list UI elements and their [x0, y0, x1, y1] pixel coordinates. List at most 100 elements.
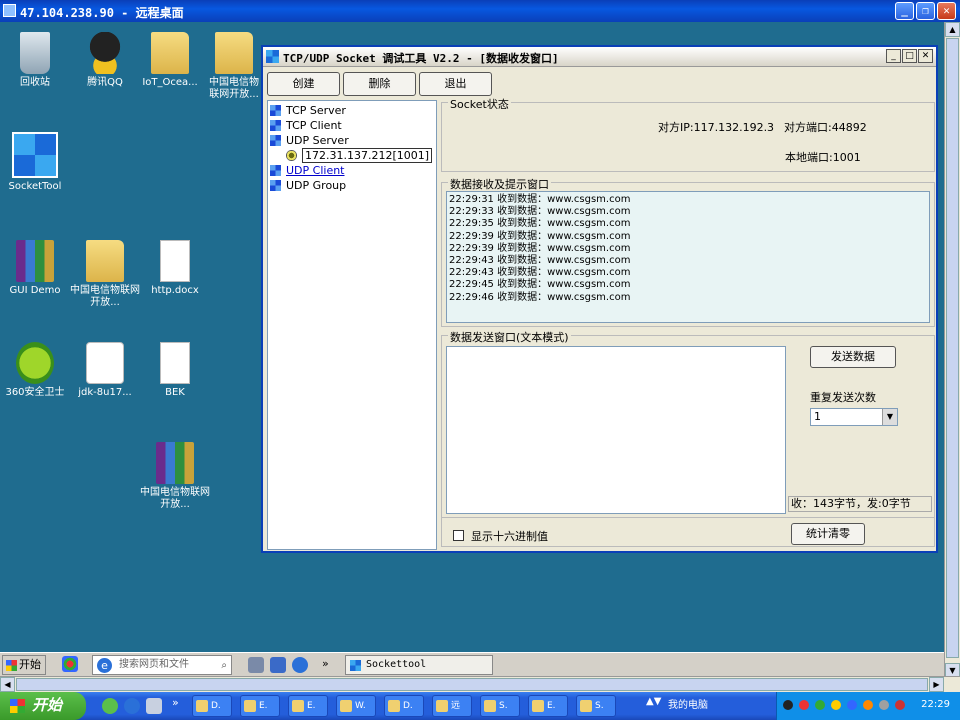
tray-icon[interactable]	[895, 700, 905, 710]
tray-icon[interactable]	[783, 700, 793, 710]
computer-icon[interactable]	[248, 657, 264, 673]
desktop-icon-recycle-bin[interactable]: 回收站	[0, 32, 70, 89]
search-placeholder: 搜索网页和文件	[119, 659, 189, 670]
taskbar-item-sockettool[interactable]: Sockettool	[345, 655, 493, 675]
tree-item-udp-server-connection[interactable]: 172.31.137.212[1001]	[268, 148, 436, 163]
taskbar-item[interactable]: S.	[480, 695, 520, 717]
desktop-icon-qq[interactable]: 腾讯QQ	[70, 32, 140, 89]
repeat-count-value: 1	[814, 410, 821, 423]
ie-icon[interactable]	[124, 698, 140, 714]
desktop-icon-sockettool[interactable]: SocketTool	[0, 132, 70, 193]
socket-tree: TCP Server TCP Client UDP Server 172.31.…	[267, 100, 437, 550]
tree-item-tcp-client[interactable]: TCP Client	[268, 118, 436, 133]
sockettool-window: TCP/UDP Socket 调试工具 V2.2 - [数据收发窗口] _ □ …	[261, 45, 938, 553]
byte-counts: 收：143字节，发:0字节	[788, 496, 932, 512]
folder-icon	[215, 32, 253, 74]
app-close-button[interactable]: ✕	[918, 49, 933, 63]
connection-icon	[286, 150, 297, 161]
tree-item-udp-client[interactable]: UDP Client	[268, 163, 436, 178]
desktop-icon-telecom-folder[interactable]: 中国电信物联网开放...	[205, 32, 263, 101]
log-line: 22:29:33 收到数据：www.csgsm.com	[449, 206, 631, 218]
clear-stats-button[interactable]: 统计清零	[791, 523, 865, 545]
document-icon	[160, 240, 190, 282]
quick-launch-more[interactable]: »	[322, 657, 329, 670]
quick-launch-icon[interactable]	[62, 656, 78, 672]
minimize-button[interactable]: _	[895, 2, 914, 20]
taskbar-item[interactable]: E.	[528, 695, 568, 717]
scroll-right-arrow[interactable]: ▶	[929, 677, 944, 692]
create-button[interactable]: 创建	[267, 72, 340, 96]
desktop-icon-http-docx[interactable]: http.docx	[140, 240, 210, 297]
exit-button[interactable]: 退出	[419, 72, 492, 96]
tree-item-tcp-server[interactable]: TCP Server	[268, 103, 436, 118]
send-data-button[interactable]: 发送数据	[810, 346, 896, 368]
tray-icon[interactable]	[799, 700, 809, 710]
log-line: 22:29:39 收到数据：www.csgsm.com	[449, 242, 631, 254]
tray-icon[interactable]	[863, 700, 873, 710]
tray-icon[interactable]	[815, 700, 825, 710]
restore-button[interactable]: ❐	[916, 2, 935, 20]
horizontal-scrollbar[interactable]: ◀ ▶	[0, 676, 960, 692]
taskbar-item[interactable]: D.	[192, 695, 232, 717]
taskbar-item[interactable]: E.	[240, 695, 280, 717]
socket-status-label: Socket状态	[448, 96, 511, 112]
desktop-icon[interactable]	[270, 657, 286, 673]
my-computer-label[interactable]: 我的电脑	[668, 692, 708, 720]
tray-icon[interactable]	[847, 700, 857, 710]
log-line: 22:29:35 收到数据：www.csgsm.com	[449, 218, 631, 230]
recycle-bin-icon	[20, 32, 50, 74]
desktop-icon-telecom-folder-2[interactable]: 中国电信物联网开放...	[70, 240, 140, 309]
receive-textbox[interactable]: 22:29:31 收到数据：www.csgsm.com 22:29:33 收到数…	[446, 191, 930, 323]
quick-launch-icon[interactable]	[102, 698, 118, 714]
horizontal-scroll-thumb[interactable]	[16, 678, 928, 691]
remote-start-button[interactable]: 开始	[2, 655, 46, 675]
scroll-up-arrow[interactable]: ▲	[945, 22, 960, 37]
tray-icon[interactable]	[879, 700, 889, 710]
vertical-scroll-thumb[interactable]	[946, 38, 959, 658]
send-textbox[interactable]	[446, 346, 786, 514]
scroll-left-arrow[interactable]: ◀	[0, 677, 15, 692]
socket-node-icon	[270, 165, 281, 176]
ie-icon[interactable]	[292, 657, 308, 673]
remote-desktop-title: 47.104.238.90 - 远程桌面	[20, 6, 184, 20]
qq-icon	[86, 32, 124, 74]
desktop-icon-360[interactable]: 360安全卫士	[0, 342, 70, 399]
app-maximize-button[interactable]: □	[902, 49, 917, 63]
app-minimize-button[interactable]: _	[886, 49, 901, 63]
desktop-icon-gui-demo[interactable]: GUI Demo	[0, 240, 70, 297]
hex-display-checkbox[interactable]	[453, 530, 464, 541]
log-line: 22:29:31 收到数据：www.csgsm.com	[449, 194, 631, 205]
quick-launch-icon[interactable]	[146, 698, 162, 714]
log-line: 22:29:43 收到数据：www.csgsm.com	[449, 255, 631, 267]
taskbar-item[interactable]: 远	[432, 695, 472, 717]
repeat-count-select[interactable]: 1 ▼	[810, 408, 898, 426]
start-button[interactable]: 开始	[0, 692, 86, 720]
vertical-scrollbar[interactable]: ▲ ▼	[944, 22, 960, 678]
quick-launch-more[interactable]: »	[172, 696, 179, 709]
taskbar-item[interactable]: W.	[336, 695, 376, 717]
taskbar-item[interactable]: S.	[576, 695, 616, 717]
desktop-icon-bek[interactable]: BEK	[140, 342, 210, 399]
tray-icon[interactable]	[831, 700, 841, 710]
java-icon	[86, 342, 124, 384]
browser-icon: e	[97, 658, 112, 673]
tree-item-udp-server[interactable]: UDP Server	[268, 133, 436, 148]
close-button[interactable]: ✕	[937, 2, 956, 20]
search-input[interactable]: e 搜索网页和文件 ⌕	[92, 655, 232, 675]
receive-group: 数据接收及提示窗口 22:29:31 收到数据：www.csgsm.com 22…	[441, 176, 935, 327]
360-security-icon	[16, 342, 54, 384]
taskbar-item[interactable]: D.	[384, 695, 424, 717]
tree-item-udp-group[interactable]: UDP Group	[268, 178, 436, 193]
taskbar-item[interactable]: E.	[288, 695, 328, 717]
document-icon	[160, 342, 190, 384]
delete-button[interactable]: 删除	[343, 72, 416, 96]
desktop-icon-jdk[interactable]: jdk-8u17...	[70, 342, 140, 399]
desktop-icon-telecom-rar[interactable]: 中国电信物联网开放...	[140, 442, 210, 511]
chevron-down-icon[interactable]: ▼	[882, 409, 897, 425]
search-icon[interactable]: ⌕	[221, 657, 227, 675]
socket-node-icon	[270, 135, 281, 146]
remote-desktop-titlebar: 47.104.238.90 - 远程桌面 _ ❐ ✕	[0, 0, 960, 22]
desktop-icon-iot-folder[interactable]: IoT_Ocea...	[135, 32, 205, 89]
taskbar-scroll-arrows[interactable]: ▲▼	[646, 696, 661, 707]
app-icon	[266, 50, 279, 63]
